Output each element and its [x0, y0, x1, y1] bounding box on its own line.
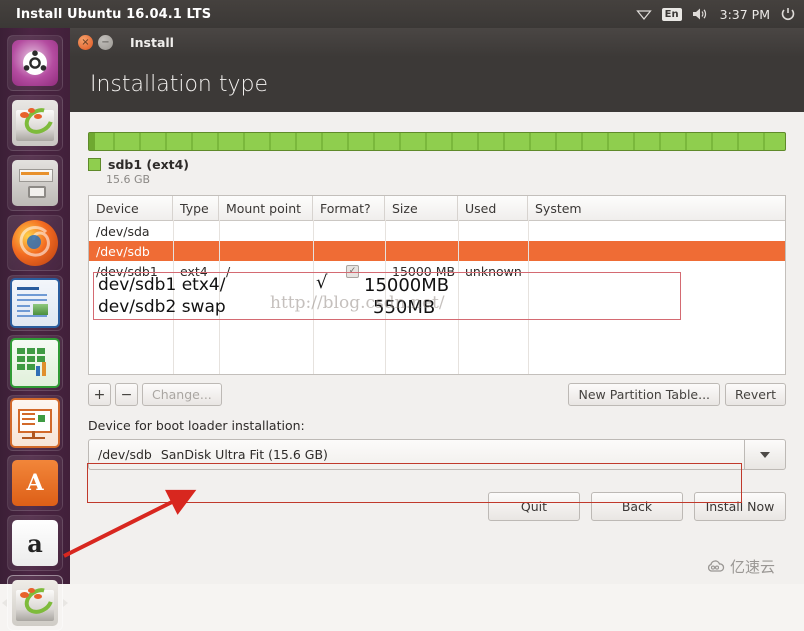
disk-usage-icon — [12, 100, 58, 146]
keyboard-layout-indicator[interactable]: En — [661, 7, 682, 21]
column-header-size[interactable]: Size — [385, 196, 458, 220]
launcher-item-files[interactable] — [7, 95, 63, 151]
cell-size: 15000 MB — [392, 263, 456, 279]
clock[interactable]: 3:37 PM — [720, 7, 770, 22]
partition-legend: sdb1 (ext4) — [88, 157, 786, 172]
amazon-a-icon: a — [12, 520, 58, 566]
firefox-icon — [12, 220, 58, 266]
new-partition-table-button[interactable]: New Partition Table... — [568, 383, 721, 406]
table-header-row: Device Type Mount point Format? Size Use… — [89, 196, 785, 221]
partition-toolbar: + − Change... New Partition Table... Rev… — [88, 383, 786, 406]
boot-loader-label: Device for boot loader installation: — [88, 418, 305, 433]
add-partition-button[interactable]: + — [88, 383, 111, 406]
boot-loader-select-field[interactable]: /dev/sdb SanDisk Ultra Fit (15.6 GB) — [88, 439, 744, 470]
close-icon[interactable]: × — [78, 35, 93, 50]
partition-bar-section: sdb1 (ext4) 15.6 GB — [88, 132, 786, 186]
launcher-item-libreoffice-calc[interactable] — [7, 335, 63, 391]
launcher-item-libreoffice-writer[interactable] — [7, 275, 63, 331]
cell-mount-point: / — [226, 263, 231, 279]
partition-table[interactable]: Device Type Mount point Format? Size Use… — [88, 195, 786, 375]
legend-partition-name: sdb1 (ext4) — [108, 157, 190, 172]
chevron-down-icon — [760, 451, 770, 458]
writer-document-icon — [10, 278, 60, 328]
column-header-type[interactable]: Type — [173, 196, 219, 220]
running-indicator-left-icon — [2, 599, 7, 607]
archive-icon — [12, 160, 58, 206]
column-header-mount-point[interactable]: Mount point — [219, 196, 313, 220]
dialog-footer: Quit Back Install Now — [88, 492, 786, 521]
launcher-item-ubuntu-software[interactable]: A — [7, 455, 63, 511]
legend-color-swatch — [88, 158, 101, 171]
quit-button[interactable]: Quit — [488, 492, 580, 521]
column-header-used[interactable]: Used — [458, 196, 528, 220]
boot-loader-dropdown-button[interactable] — [744, 439, 786, 470]
power-gear-icon[interactable] — [780, 6, 796, 22]
table-row[interactable]: /dev/sda — [89, 221, 785, 241]
back-button[interactable]: Back — [591, 492, 683, 521]
table-row[interactable]: /dev/sdb1 ext4 / ✓ 15000 MB unknown — [89, 261, 785, 281]
wifi-icon[interactable] — [635, 7, 652, 21]
legend-partition-size: 15.6 GB — [106, 173, 151, 186]
change-partition-button[interactable]: Change... — [142, 383, 222, 406]
install-disk-icon — [12, 580, 58, 626]
page-header: Installation type — [70, 57, 804, 112]
boot-loader-device: /dev/sdb — [98, 447, 152, 462]
cell-type: ext4 — [180, 263, 208, 279]
launcher-item-libreoffice-impress[interactable] — [7, 395, 63, 451]
page-title: Installation type — [90, 72, 268, 97]
format-checkbox[interactable]: ✓ — [346, 264, 359, 278]
boot-loader-select[interactable]: /dev/sdb SanDisk Ultra Fit (15.6 GB) — [88, 439, 786, 470]
column-header-system[interactable]: System — [528, 196, 785, 220]
boot-loader-description: SanDisk Ultra Fit (15.6 GB) — [160, 447, 328, 462]
launcher-item-archive-manager[interactable] — [7, 155, 63, 211]
installer-content: sdb1 (ext4) 15.6 GB Device Type Mount po… — [70, 132, 804, 521]
cell-device: /dev/sda — [96, 223, 150, 239]
ubuntu-logo-icon — [12, 40, 58, 86]
remove-partition-button[interactable]: − — [115, 383, 138, 406]
launcher-bar: A a — [0, 28, 70, 631]
window-title: Install — [130, 35, 174, 50]
cell-device: /dev/sdb — [96, 243, 150, 259]
install-now-button[interactable]: Install Now — [694, 492, 786, 521]
focused-indicator-right-icon — [63, 599, 68, 607]
cell-device: /dev/sdb1 — [96, 263, 158, 279]
launcher-item-ubiquity-installer[interactable] — [2, 575, 68, 631]
system-tray: En 3:37 PM — [635, 6, 804, 22]
window-titlebar: × − Install — [70, 28, 804, 57]
volume-icon[interactable] — [692, 7, 710, 21]
top-panel: Install Ubuntu 16.04.1 LTS En 3:37 PM — [0, 0, 804, 28]
launcher-item-firefox[interactable] — [7, 215, 63, 271]
impress-presentation-icon — [10, 398, 60, 448]
panel-app-title: Install Ubuntu 16.04.1 LTS — [16, 6, 212, 22]
revert-button[interactable]: Revert — [725, 383, 786, 406]
table-row[interactable]: /dev/sdb — [89, 241, 785, 261]
installer-window: × − Install Installation type sdb1 (ext4… — [70, 28, 804, 584]
minimize-icon[interactable]: − — [98, 35, 113, 50]
partition-bar — [88, 132, 786, 151]
cell-format[interactable]: ✓ — [313, 264, 385, 278]
calc-spreadsheet-icon — [10, 338, 60, 388]
launcher-item-dash-home[interactable] — [7, 35, 63, 91]
column-header-device[interactable]: Device — [89, 196, 173, 220]
launcher-item-amazon[interactable]: a — [7, 515, 63, 571]
software-center-a-icon: A — [12, 460, 58, 506]
cell-used: unknown — [465, 263, 522, 279]
column-header-format[interactable]: Format? — [313, 196, 385, 220]
